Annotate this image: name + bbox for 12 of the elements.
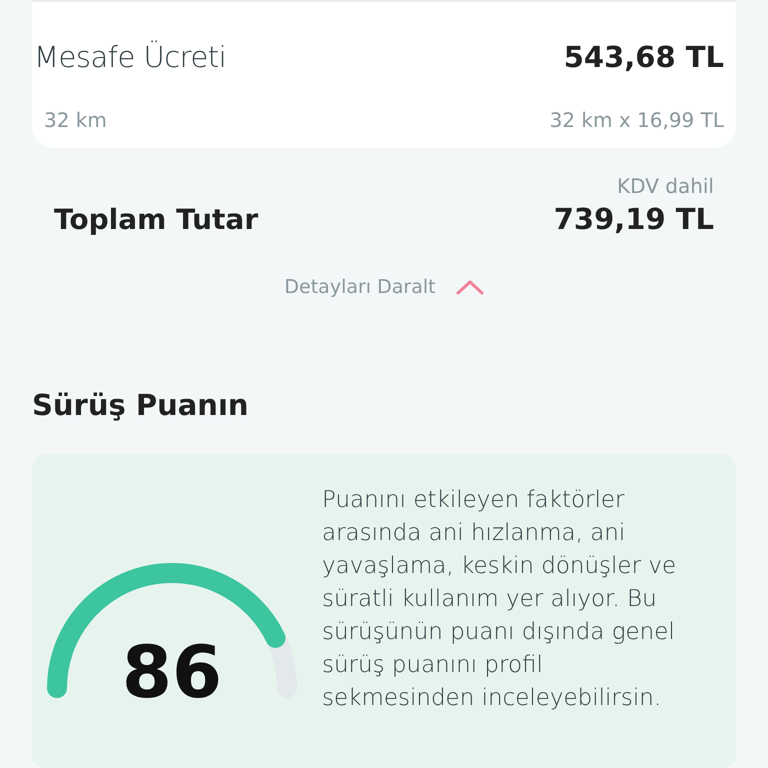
score-description: Puanını etkileyen faktörler arasında ani hızlanma, ani yavaşlama, keskin dönüşler ve süratli kullanım yer alıyor. Bu sürüşünün puanı dışında genel sürüş puanını profil sekmesinden inceleyebilirsin.: [322, 486, 678, 713]
chevron-up-icon: [456, 279, 484, 295]
section-title: Sürüş Puanın: [32, 388, 250, 422]
fee-calculation: 32 km x 16,99 TL: [550, 108, 724, 132]
tax-note: KDV dahil: [617, 174, 714, 198]
fee-label: Mesafe Ücreti: [34, 40, 226, 74]
score-value: 86: [120, 636, 224, 708]
fee-amount: 543,68 TL: [564, 40, 724, 74]
total-amount: 739,19 TL: [554, 202, 714, 236]
distance-text: 32 km: [43, 108, 107, 132]
total-label: Toplam Tutar: [54, 203, 258, 236]
collapse-details-button[interactable]: Detayları Daralt: [280, 272, 488, 302]
